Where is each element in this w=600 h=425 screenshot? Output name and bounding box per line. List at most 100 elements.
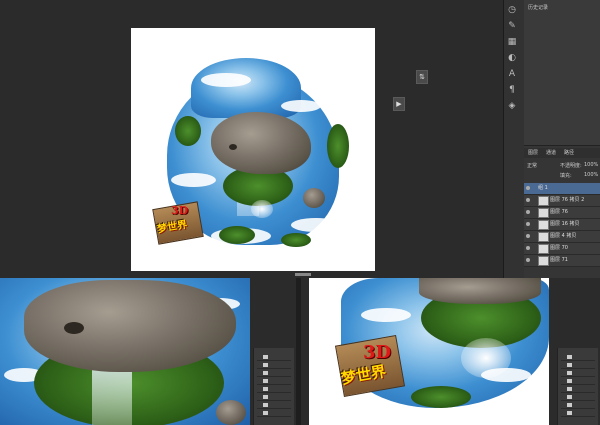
layer-row[interactable] (257, 370, 291, 377)
layer-group-row[interactable]: 组 1 (524, 183, 600, 195)
brush-icon[interactable]: ✎ (505, 20, 519, 33)
layer-thumbnail (538, 256, 549, 266)
small-rock (216, 400, 246, 425)
visibility-icon[interactable] (526, 222, 530, 226)
layer-thumbnail (538, 220, 549, 230)
layer-row[interactable] (561, 410, 595, 417)
layer-row[interactable] (257, 362, 291, 369)
layer-thumbnail (567, 411, 572, 415)
layer-name: 图层 70 (550, 245, 568, 251)
opacity-value[interactable]: 100% (584, 162, 598, 168)
scrollbar-thumb[interactable] (295, 273, 311, 276)
layer-thumbnail (567, 371, 572, 375)
layer-row[interactable] (561, 402, 595, 409)
layer-thumbnail (567, 395, 572, 399)
arrange-icon[interactable]: ⇅ (416, 70, 428, 84)
layers-panel-tabs: 图层 通道 路径 (524, 148, 600, 158)
floating-rock (24, 280, 236, 372)
layer-thumbnail (538, 196, 549, 206)
layer-row[interactable] (257, 402, 291, 409)
mist (461, 338, 511, 378)
layer-thumbnail (263, 379, 268, 383)
layer-row[interactable]: 图层 70 (524, 243, 600, 255)
small-rock (303, 188, 325, 208)
document-canvas[interactable]: 3D 梦世界 (131, 28, 375, 271)
layers-icon[interactable]: ◈ (505, 100, 519, 113)
layer-row[interactable] (561, 386, 595, 393)
history-panel-header: 历史记录 (528, 5, 549, 11)
layer-name: 图层 4 拷贝 (550, 233, 577, 239)
waterfall (92, 368, 132, 425)
opacity-label: 不透明度: (560, 163, 582, 169)
layer-row[interactable] (561, 370, 595, 377)
layer-thumbnail (263, 387, 268, 391)
cloud (281, 100, 321, 112)
history-panel: 历史记录 (524, 0, 600, 146)
visibility-icon[interactable] (526, 234, 530, 238)
paragraph-icon[interactable]: ¶ (505, 84, 519, 97)
grass (327, 124, 349, 168)
layer-thumbnail (567, 387, 572, 391)
zoomed-view-right[interactable]: 3D 梦世界 (301, 278, 600, 425)
sign-3d-text: 3D (171, 204, 189, 217)
layer-options: 正常 不透明度: 100% 填充: 100% (524, 160, 600, 182)
cloud (361, 308, 411, 322)
layer-row[interactable] (257, 386, 291, 393)
visibility-icon[interactable] (526, 246, 530, 250)
fill-value[interactable]: 100% (584, 172, 598, 178)
layer-thumbnail (538, 232, 549, 242)
layer-thumbnail (567, 403, 572, 407)
rock-hole (64, 322, 84, 334)
layer-row[interactable] (561, 354, 595, 361)
adjust-icon[interactable]: ◐ (505, 52, 519, 65)
visibility-icon[interactable] (526, 258, 530, 262)
layer-thumbnail (538, 208, 549, 218)
blend-mode-select[interactable]: 正常 (527, 162, 537, 169)
swatches-icon[interactable]: ▦ (505, 36, 519, 49)
layer-row[interactable]: 图层 16 拷贝 (524, 219, 600, 231)
rock-hole (229, 144, 237, 150)
layer-thumbnail (263, 395, 268, 399)
grass (219, 226, 255, 244)
layer-thumbnail (263, 355, 268, 359)
layer-thumbnail (263, 371, 268, 375)
cloud (201, 73, 251, 87)
layer-thumbnail (263, 403, 268, 407)
play-icon[interactable]: ▶ (393, 97, 405, 111)
layer-row[interactable]: 图层 71 (524, 255, 600, 267)
layer-thumbnail (567, 379, 572, 383)
layer-name: 图层 76 拷贝 2 (550, 197, 585, 203)
visibility-icon[interactable] (526, 210, 530, 214)
type-icon[interactable]: A (505, 68, 519, 81)
grass (411, 386, 471, 408)
layer-row[interactable] (561, 362, 595, 369)
layer-row[interactable]: 图层 76 (524, 207, 600, 219)
layer-thumbnail (538, 244, 549, 254)
layer-row[interactable] (257, 378, 291, 385)
cloud (291, 218, 341, 232)
layer-row[interactable] (257, 394, 291, 401)
visibility-icon[interactable] (526, 198, 530, 202)
layer-row[interactable]: 图层 4 拷贝 (524, 231, 600, 243)
layer-thumbnail (567, 355, 572, 359)
layer-row[interactable] (257, 410, 291, 417)
layers-panel-mini (253, 348, 294, 425)
visibility-icon[interactable] (526, 186, 530, 190)
layer-thumbnail (567, 363, 572, 367)
layer-row[interactable]: 图层 76 拷贝 2 (524, 195, 600, 207)
grass (281, 233, 311, 247)
mist (251, 200, 273, 218)
layer-name: 图层 71 (550, 257, 568, 263)
history-icon[interactable]: ◷ (505, 4, 519, 17)
layer-row[interactable] (561, 394, 595, 401)
tab-layers[interactable]: 图层 (528, 149, 538, 156)
zoomed-view-left[interactable] (0, 278, 296, 425)
layer-row[interactable] (561, 378, 595, 385)
layer-name: 图层 76 (550, 209, 568, 215)
photoshop-main-window: ⇅ ▶ 3D 梦世界 ◷ ✎ ▦ ◐ A ¶ ◈ 历史记录 图层 通道 路径 正… (0, 0, 600, 278)
sign-3d-text: 3D (363, 342, 392, 363)
tab-channels[interactable]: 通道 (546, 149, 556, 156)
layer-row[interactable] (257, 354, 291, 361)
tab-paths[interactable]: 路径 (564, 149, 574, 156)
layer-thumbnail (263, 363, 268, 367)
